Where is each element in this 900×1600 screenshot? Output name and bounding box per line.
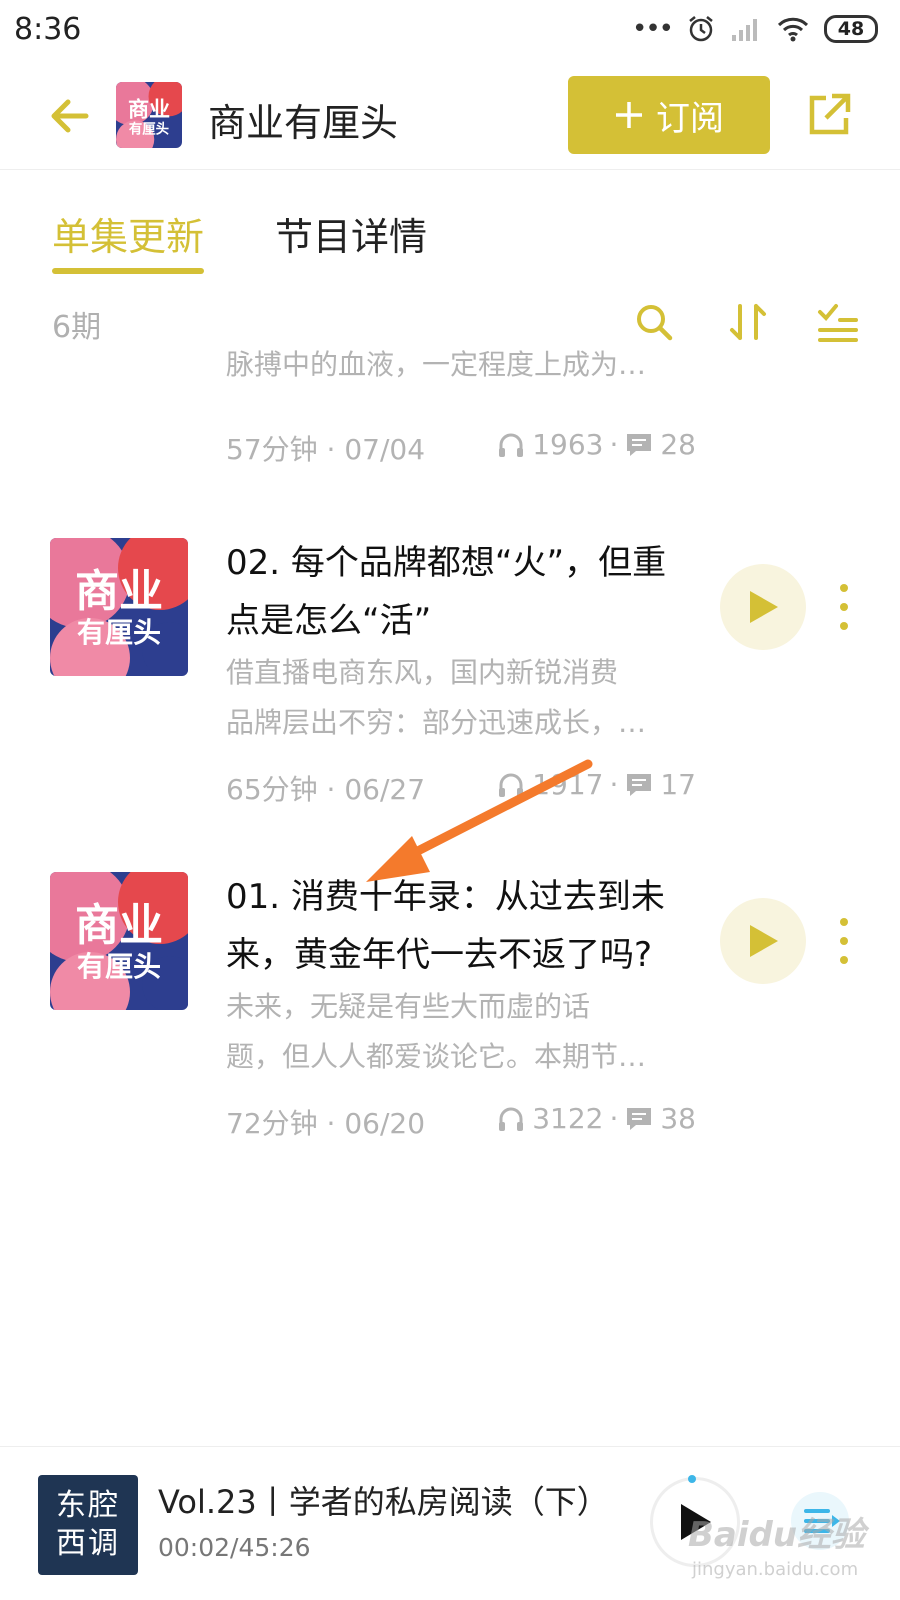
comment-count: 17 [660, 768, 696, 801]
description-line: 品牌层出不穷：部分迅速成长，… [226, 706, 647, 739]
plus-icon [616, 102, 642, 128]
episode-count: 6期 [52, 310, 102, 345]
more-dot [840, 622, 848, 630]
play-icon [750, 925, 778, 957]
episode-item[interactable]: 脉搏中的血液，一定程度上成为… 57分钟 · 07/04 1963 · 28 [0, 350, 900, 480]
tab-episodes[interactable]: 单集更新 [52, 206, 205, 274]
episode-item[interactable]: 商业 有厘头 02. 每个品牌都想“火”，但重点是怎么“活” 借直播电商东风，国… [0, 538, 900, 818]
episode-cover: 商业 有厘头 [50, 538, 188, 676]
cover-text-line1: 商业 [75, 566, 163, 617]
now-playing-time: 00:02/45:26 [158, 1533, 311, 1562]
battery-indicator: 48 [824, 15, 878, 43]
cover-text-line1: 商业 [75, 900, 163, 951]
episode-meta: 57分钟 · 07/04 1963 · 28 [226, 428, 696, 468]
description-line: 借直播电商东风，国内新锐消费 [226, 656, 619, 689]
episode-description: 未来，无疑是有些大而虚的话 题，但人人都爱谈论它。本期节… [226, 982, 696, 1082]
separator-dot: · [609, 428, 619, 461]
episode-item[interactable]: 商业 有厘头 01. 消费十年录：从过去到未来，黄金年代一去不返了吗? 未来，无… [0, 872, 900, 1152]
more-dot [840, 918, 848, 926]
episode-description: 脉搏中的血液，一定程度上成为… [226, 350, 696, 390]
episode-title[interactable]: 01. 消费十年录：从过去到未来，黄金年代一去不返了吗? [226, 868, 696, 984]
comment-icon [627, 773, 652, 796]
cover-text-line2: 有厘头 [77, 616, 161, 649]
play-icon [750, 591, 778, 623]
comment-count: 28 [660, 428, 696, 461]
episode-title[interactable]: 02. 每个品牌都想“火”，但重点是怎么“活” [226, 534, 696, 650]
episode-stats: 1917 · 17 [496, 768, 696, 801]
sort-icon [730, 304, 766, 340]
tab-bar: 单集更新 节目详情 [0, 206, 900, 276]
share-icon [809, 93, 851, 135]
list-check-icon [818, 304, 858, 342]
cover-line: 东腔 [56, 1488, 120, 1523]
mini-player[interactable]: 东腔 西调 Vol.23丨学者的私房阅读（下） 00:02/45:26 Baid… [0, 1446, 900, 1600]
svg-text:有厘头: 有厘头 [129, 121, 169, 138]
episode-stats: 1963 · 28 [496, 428, 696, 461]
watermark-url: jingyan.baidu.com [692, 1559, 859, 1580]
play-count: 1917 [532, 768, 604, 801]
play-count: 3122 [532, 1102, 604, 1135]
mini-player-cover: 东腔 西调 [38, 1475, 138, 1575]
more-dot [840, 937, 848, 945]
episode-list: 脉搏中的血液，一定程度上成为… 57分钟 · 07/04 1963 · 28 商… [0, 350, 900, 1440]
description-line: 未来，无疑是有些大而虚的话 [226, 990, 591, 1023]
separator-dot: · [609, 1102, 619, 1135]
episode-description: 借直播电商东风，国内新锐消费 品牌层出不穷：部分迅速成长，… [226, 648, 696, 748]
podcast-title: 商业有厘头 [208, 101, 399, 145]
more-dots-icon: ••• [631, 14, 674, 44]
now-playing-title: Vol.23丨学者的私房阅读（下） [158, 1483, 609, 1521]
description-line: 脉搏中的血液，一定程度上成为… [226, 350, 647, 381]
episode-meta: 72分钟 · 06/20 3122 · 38 [226, 1102, 696, 1142]
episode-more-button[interactable] [834, 918, 854, 964]
episode-duration-date: 57分钟 · 07/04 [226, 433, 426, 466]
episode-cover: 商业 有厘头 [50, 872, 188, 1010]
episode-meta: 65分钟 · 06/27 1917 · 17 [226, 768, 696, 808]
wifi-icon [777, 17, 809, 42]
svg-text:商业: 商业 [128, 96, 170, 121]
podcast-cover: 商业 有厘头 [116, 82, 182, 148]
separator-dot: · [609, 768, 619, 801]
status-time: 8:36 [14, 12, 82, 47]
headphones-icon [499, 1107, 524, 1131]
play-count: 1963 [532, 428, 604, 461]
more-dot [840, 956, 848, 964]
subscribe-label: 订阅 [656, 98, 724, 139]
episode-duration-date: 72分钟 · 06/20 [226, 1107, 426, 1140]
episode-play-button[interactable] [720, 564, 806, 650]
sort-button[interactable] [726, 300, 770, 344]
episode-stats: 3122 · 38 [496, 1102, 696, 1135]
more-dot [840, 584, 848, 592]
progress-indicator [688, 1475, 696, 1483]
header: 商业 有厘头 商业有厘头 订阅 [0, 66, 900, 170]
subscribe-button[interactable]: 订阅 [568, 76, 770, 154]
cover-line: 西调 [56, 1526, 120, 1561]
description-line: 题，但人人都爱谈论它。本期节… [226, 1040, 647, 1073]
share-button[interactable] [804, 90, 854, 140]
comment-count: 38 [660, 1102, 696, 1135]
list-toolbar: 6期 [0, 294, 900, 350]
episode-more-button[interactable] [834, 584, 854, 630]
alarm-icon [689, 16, 713, 42]
tab-details[interactable]: 节目详情 [275, 206, 427, 274]
comment-icon [627, 1107, 652, 1130]
comment-icon [627, 433, 652, 456]
back-button[interactable] [44, 90, 96, 142]
episode-play-button[interactable] [720, 898, 806, 984]
status-bar: 8:36 ••• 48 [0, 0, 900, 62]
search-button[interactable] [632, 300, 676, 344]
batch-select-button[interactable] [816, 300, 860, 344]
signal-icon [732, 19, 757, 41]
back-arrow-icon [51, 99, 89, 133]
headphones-icon [499, 433, 524, 457]
more-dot [840, 603, 848, 611]
search-icon [637, 305, 673, 341]
headphones-icon [499, 773, 524, 797]
episode-duration-date: 65分钟 · 06/27 [226, 773, 426, 806]
status-icons: ••• 48 [632, 14, 878, 44]
cover-text-line2: 有厘头 [77, 950, 161, 983]
watermark-logo: Baidu经验 [688, 1515, 866, 1555]
